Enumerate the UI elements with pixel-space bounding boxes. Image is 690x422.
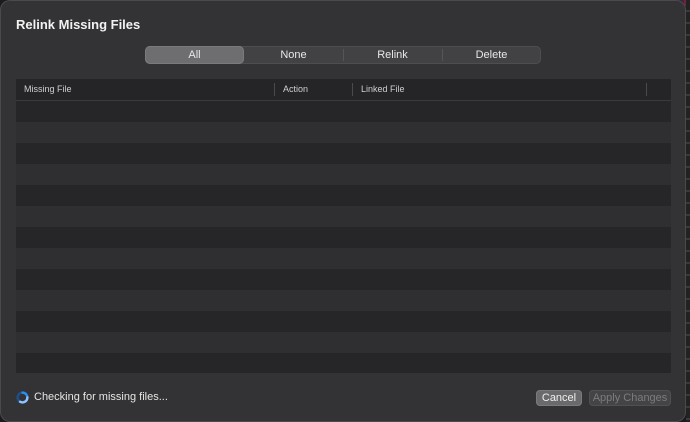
- table-body: [16, 101, 671, 373]
- table-row: [16, 269, 671, 290]
- table-row: [16, 143, 671, 164]
- column-header-missing-file[interactable]: Missing File: [16, 79, 275, 100]
- table-row: [16, 290, 671, 311]
- table-row: [16, 353, 671, 373]
- status-area: Checking for missing files...: [16, 389, 168, 405]
- table-row: [16, 206, 671, 227]
- filter-delete-segment[interactable]: Delete: [442, 46, 541, 64]
- filter-all-segment[interactable]: All: [145, 46, 244, 64]
- missing-files-table: Missing File Action Linked File: [16, 79, 671, 373]
- background-window-edge: [686, 0, 690, 422]
- table-row: [16, 311, 671, 332]
- table-row: [16, 122, 671, 143]
- dialog-title: Relink Missing Files: [16, 17, 141, 32]
- cancel-button[interactable]: Cancel: [536, 390, 582, 406]
- status-text: Checking for missing files...: [34, 391, 168, 403]
- table-row: [16, 164, 671, 185]
- table-row: [16, 185, 671, 206]
- filter-none-segment[interactable]: None: [244, 46, 343, 64]
- table-row: [16, 332, 671, 353]
- column-header-linked-file[interactable]: Linked File: [353, 79, 647, 100]
- column-header-action[interactable]: Action: [275, 79, 353, 100]
- table-row: [16, 248, 671, 269]
- table-row: [16, 227, 671, 248]
- table-header: Missing File Action Linked File: [16, 79, 671, 101]
- spinner-icon: [16, 390, 29, 404]
- relink-missing-files-dialog: Relink Missing Files All None Relink Del…: [0, 0, 686, 422]
- table-row: [16, 101, 671, 122]
- filter-relink-segment[interactable]: Relink: [343, 46, 442, 64]
- filter-segmented-control: All None Relink Delete: [145, 46, 541, 64]
- apply-changes-button[interactable]: Apply Changes: [589, 390, 671, 406]
